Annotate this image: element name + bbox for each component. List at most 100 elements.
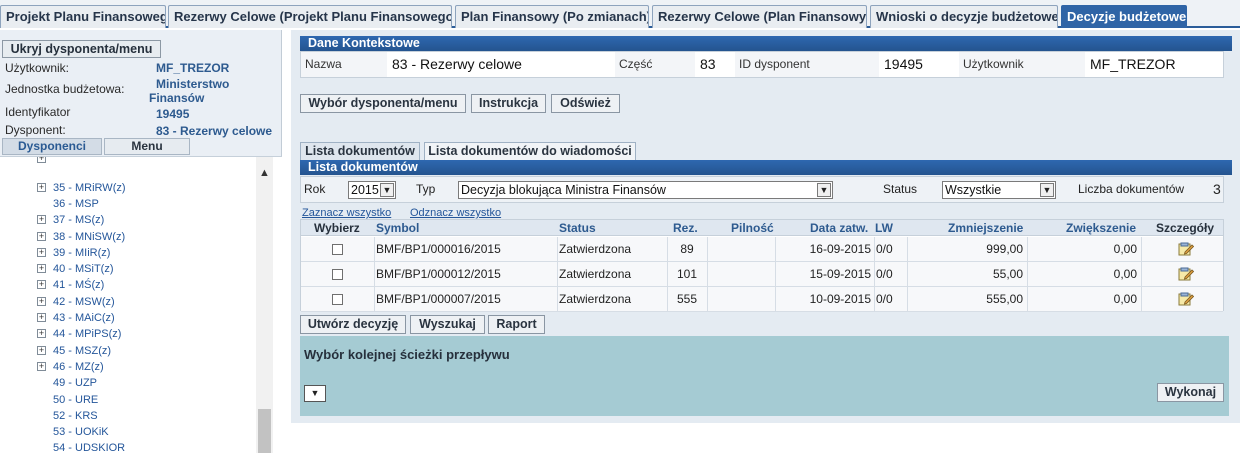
doc-count-label: Liczba dokumentów <box>1078 182 1185 196</box>
expand-icon[interactable]: + <box>37 264 46 273</box>
edit-details-icon[interactable] <box>1178 242 1194 256</box>
main-panel: Dane Kontekstowe Nazwa 83 - Rezerwy celo… <box>291 30 1240 423</box>
context-user-label: Użytkownik <box>959 52 1085 77</box>
row-status: Zatwierdzona <box>559 242 632 256</box>
expand-icon[interactable]: + <box>37 297 46 306</box>
tree-item[interactable]: +46 - MZ(z) <box>0 359 256 375</box>
expand-icon[interactable]: + <box>37 313 46 322</box>
col-details: Szczegóły <box>1156 221 1215 235</box>
context-row: Nazwa 83 - Rezerwy celowe Część 83 ID dy… <box>300 51 1224 78</box>
row-lw: 0/0 <box>876 242 893 256</box>
tree-item[interactable]: 53 - UOKiK <box>0 424 256 440</box>
tree-item[interactable]: +40 - MSiT(z) <box>0 261 256 277</box>
row-date: 15-09-2015 <box>809 267 871 281</box>
row-rez: 89 <box>680 242 694 256</box>
tree-item[interactable]: 36 - MSP <box>0 196 256 212</box>
expand-icon[interactable]: + <box>37 157 46 163</box>
tab-plan-po-zmianach[interactable]: Plan Finansowy (Po zmianach) <box>455 5 649 28</box>
search-button[interactable]: Wyszukaj <box>410 315 485 334</box>
tab-rezerwy-projekt[interactable]: Rezerwy Celowe (Projekt Planu Finansoweg… <box>168 5 452 28</box>
user-label: Użytkownik: <box>5 61 70 75</box>
context-title: Dane Kontekstowe <box>300 36 1232 51</box>
id-label: Identyfikator <box>5 105 71 119</box>
flow-path-select[interactable]: ▼ <box>304 385 326 402</box>
tree-item[interactable]: 54 - UDSKIOR <box>0 440 256 453</box>
tab-wnioski[interactable]: Wnioski o decyzje budżetowe <box>870 5 1058 28</box>
select-all-link[interactable]: Zaznacz wszystko <box>302 207 391 219</box>
tree-item[interactable]: +38 - MNiSW(z) <box>0 229 256 245</box>
context-disp-id-label: ID dysponent <box>735 52 879 77</box>
col-date[interactable]: Data zatw. <box>810 220 868 236</box>
expand-icon[interactable]: + <box>37 346 46 355</box>
instructions-button[interactable]: Instrukcja <box>471 94 546 113</box>
col-lw[interactable]: LW <box>875 220 893 236</box>
tree-item[interactable]: +37 - MS(z) <box>0 212 256 228</box>
hide-dispatcher-button[interactable]: Ukryj dysponenta/menu <box>2 40 161 58</box>
col-status[interactable]: Status <box>559 220 596 236</box>
id-value: 19495 <box>156 107 190 121</box>
tab-document-list[interactable]: Lista dokumentów <box>300 142 420 160</box>
scroll-thumb[interactable] <box>258 409 271 453</box>
year-select[interactable]: 2015 ▼ <box>348 181 396 199</box>
tab-decyzje[interactable]: Decyzje budżetowe <box>1061 5 1187 28</box>
refresh-button[interactable]: Odśwież <box>551 94 620 113</box>
row-status: Zatwierdzona <box>559 267 632 281</box>
context-name-value: 83 - Rezerwy celowe <box>392 56 522 72</box>
tree-item[interactable]: +45 - MSZ(z) <box>0 343 256 359</box>
expand-icon[interactable]: + <box>37 329 46 338</box>
tree-item[interactable]: 52 - KRS <box>0 408 256 424</box>
chevron-up-icon[interactable]: ▲ <box>256 167 273 181</box>
context-name-label: Nazwa <box>301 52 387 77</box>
sidebar-tab-dysponenci[interactable]: Dysponenci <box>2 138 102 155</box>
expand-icon[interactable]: + <box>37 232 46 241</box>
row-checkbox[interactable] <box>332 244 343 255</box>
expand-icon[interactable]: + <box>37 215 46 224</box>
tab-rezerwy-plan[interactable]: Rezerwy Celowe (Plan Finansowy) <box>652 5 867 28</box>
col-urgency[interactable]: Pilność <box>731 220 774 236</box>
edit-details-icon[interactable] <box>1178 267 1194 281</box>
status-select[interactable]: Wszystkie ▼ <box>942 181 1056 199</box>
tree-item[interactable]: +43 - MAiC(z) <box>0 310 256 326</box>
documents-table: Wybierz Symbol Status Rez. Pilność Data … <box>300 219 1224 312</box>
row-checkbox[interactable] <box>332 269 343 280</box>
col-symbol[interactable]: Symbol <box>376 220 419 236</box>
context-part-label: Część <box>615 52 695 77</box>
tree-item[interactable]: +41 - MŚ(z) <box>0 277 256 293</box>
expand-icon[interactable]: + <box>37 280 46 289</box>
edit-details-icon[interactable] <box>1178 292 1194 306</box>
row-increase: 0,00 <box>1113 292 1137 306</box>
tree-item[interactable]: 50 - URE <box>0 392 256 408</box>
table-row: BMF/BP1/000007/2015 Zatwierdzona 555 10-… <box>301 287 1223 312</box>
row-urgency <box>707 237 775 261</box>
expand-icon[interactable]: + <box>37 362 46 371</box>
dispatcher-tree: + +35 - MRiRW(z) 36 - MSP +37 - MS(z) +3… <box>0 156 282 453</box>
document-list-title: Lista dokumentów <box>300 160 1232 175</box>
col-increase[interactable]: Zwiększenie <box>1066 220 1136 236</box>
tree-item[interactable]: +42 - MSW(z) <box>0 294 256 310</box>
col-decrease[interactable]: Zmniejszenie <box>948 220 1023 236</box>
tree-scrollbar[interactable]: ▲ <box>256 157 273 453</box>
chevron-down-icon: ▼ <box>380 183 394 197</box>
tree-item-partial[interactable]: + <box>0 157 256 167</box>
tab-document-list-info[interactable]: Lista dokumentów do wiadomości <box>424 142 636 160</box>
expand-icon[interactable]: + <box>37 248 46 257</box>
execute-button[interactable]: Wykonaj <box>1157 383 1224 402</box>
report-button[interactable]: Raport <box>488 315 545 334</box>
type-select[interactable]: Decyzja blokująca Ministra Finansów ▼ <box>458 181 833 199</box>
row-checkbox[interactable] <box>332 294 343 305</box>
tab-projekt-planu[interactable]: Projekt Planu Finansowego <box>0 5 166 28</box>
create-decision-button[interactable]: Utwórz decyzję <box>300 315 406 334</box>
row-increase: 0,00 <box>1113 242 1137 256</box>
tree-item[interactable]: +39 - MIiR(z) <box>0 245 256 261</box>
tree-item[interactable]: +44 - MPiPS(z) <box>0 326 256 342</box>
deselect-all-link[interactable]: Odznacz wszystko <box>410 207 501 219</box>
choose-dispatcher-button[interactable]: Wybór dysponenta/menu <box>300 94 466 113</box>
col-rez[interactable]: Rez. <box>673 220 698 236</box>
tree-item[interactable]: +35 - MRiRW(z) <box>0 180 256 196</box>
tree-item[interactable]: 49 - UZP <box>0 375 256 391</box>
row-date: 16-09-2015 <box>809 242 871 256</box>
flow-title: Wybór kolejnej ścieżki przepływu <box>304 347 510 362</box>
expand-icon[interactable]: + <box>37 183 46 192</box>
row-date: 10-09-2015 <box>809 292 871 306</box>
sidebar-tab-menu[interactable]: Menu <box>104 138 190 155</box>
